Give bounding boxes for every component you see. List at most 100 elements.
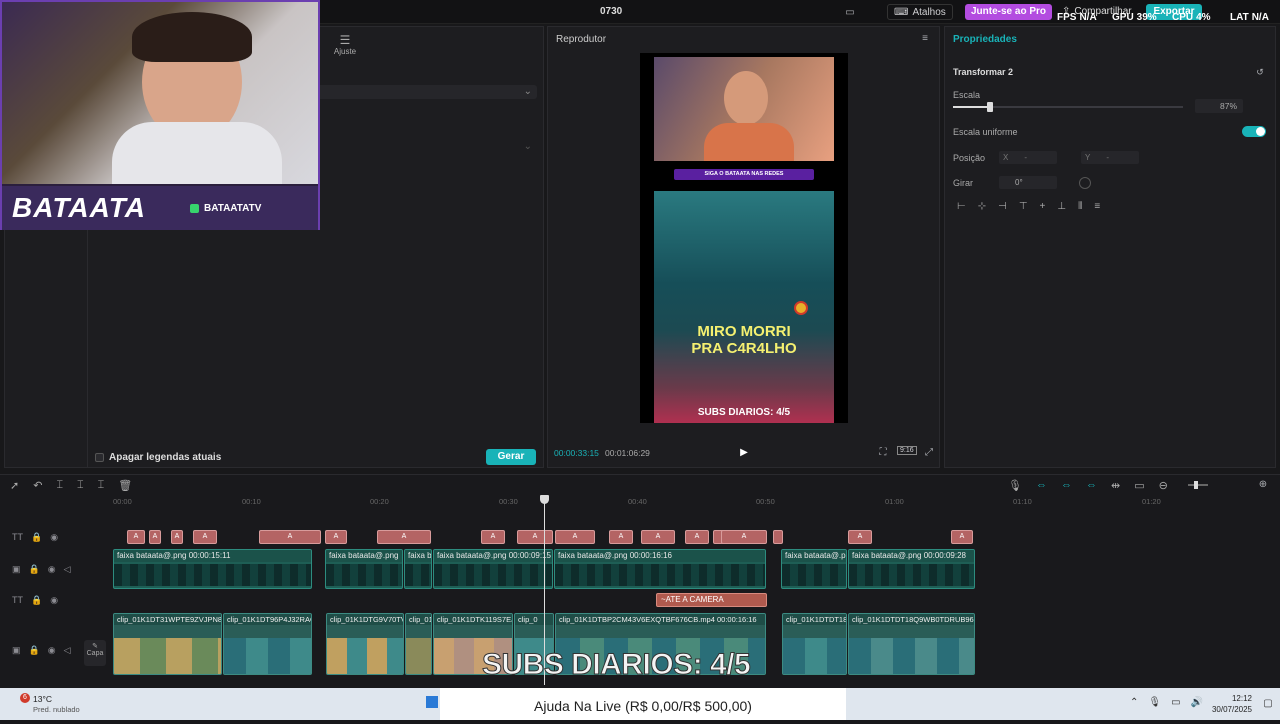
video-clip[interactable]: clip_01K1DTDT18Q9WB0TDRUB96Q [848,613,975,675]
audio-icon[interactable]: ◁ [64,645,71,656]
time-ruler[interactable]: 00:00 00:10 00:20 00:30 00:40 00:50 01:0… [113,495,1280,507]
mic-tray-icon[interactable]: 🎙 [1148,697,1161,708]
subtitle-clip[interactable]: A [848,530,872,544]
distribute-v-icon[interactable]: ≡ [1094,201,1100,212]
windows-icon[interactable] [426,696,438,708]
align-bottom-icon[interactable]: ⊥ [1057,201,1066,212]
lock-icon[interactable]: 🔒 [31,595,42,606]
video-clip[interactable]: clip_01K1DTDT18 [782,613,847,675]
overlay-clip[interactable]: faixa bataata@.p [781,549,847,589]
subtitle-clip[interactable]: A [127,530,145,544]
subtitle-clip[interactable]: A [259,530,321,544]
overlay-clip[interactable]: faixa b [404,549,432,589]
lock-icon[interactable]: 🔒 [29,645,40,656]
distribute-h-icon[interactable]: ⫴ [1078,201,1082,212]
uniform-scale-toggle[interactable] [1242,126,1266,137]
option-dropdown[interactable]: ⌄ [317,141,537,153]
network-icon[interactable]: ▭ [1171,697,1180,708]
volume-icon[interactable]: 🔊 [1191,697,1203,708]
subtitle-clip[interactable]: A [609,530,633,544]
delete-icon[interactable]: 🗑 [118,479,132,492]
subtitle-clip[interactable]: A [951,530,973,544]
subtitle-clip[interactable] [773,530,783,544]
video-clip[interactable]: clip_01 [405,613,432,675]
reset-icon[interactable]: ↺ [1255,67,1265,77]
fit-icon[interactable]: ⛶ [876,445,890,459]
select-tool-icon[interactable]: ➚ [10,479,19,492]
zoom-out-icon[interactable]: ⊖ [1159,479,1168,492]
video-preview[interactable]: SIGA O BATAATA NAS REDES MIRO MORRI PRA … [640,53,848,423]
lock-icon[interactable]: 🔒 [29,564,40,575]
eye-icon[interactable]: ◉ [50,532,58,543]
position-x-input[interactable]: X- [999,151,1057,164]
menu-icon[interactable]: ≡ [919,32,931,44]
subtitle-clip[interactable]: A [325,530,347,544]
weather-temp[interactable]: 13°C [33,694,52,704]
tab-ajuste[interactable]: ☰ Ajuste [325,33,365,56]
video-clip[interactable]: clip_01K1DT31WPTE9ZVJPN8 [113,613,222,675]
magnet-icon[interactable]: ⇔ [1061,479,1072,492]
clear-captions-checkbox[interactable]: Apagar legendas atuais [95,452,221,463]
subtitle-clip[interactable]: A [481,530,505,544]
overlay-clip[interactable]: faixa bataata@.png [325,549,403,589]
subtitle-clip[interactable]: A [721,530,767,544]
subtitle-clip[interactable]: A [517,530,553,544]
play-icon[interactable]: ▶ [737,445,751,459]
subtitle-clip[interactable]: A [685,530,709,544]
align-top-icon[interactable]: ⊤ [1019,201,1028,212]
subtitle-clip[interactable]: A [149,530,161,544]
eye-icon[interactable]: ◉ [48,645,56,656]
trim-left-icon[interactable]: ⌶ [77,479,84,492]
video-clip[interactable]: clip_01K1DTG9V70TV [326,613,404,675]
split-view-icon[interactable]: ⇹ [1111,479,1120,492]
shortcuts-button[interactable]: ⌨ Atalhos [887,4,953,20]
subtitle-clip[interactable]: A [171,530,183,544]
notifications-icon[interactable]: ▢ [1262,697,1274,709]
preview-icon[interactable]: ▭ [1134,479,1144,492]
eye-icon[interactable]: ◉ [48,564,56,575]
webcam-banner: BATAATA BATAATATV [2,186,318,230]
trim-right-icon[interactable]: ⌶ [98,479,105,492]
eye-icon[interactable]: ◉ [50,595,58,606]
text-clip[interactable]: ~ATE A CAMERA [656,593,767,607]
subtitle-clip[interactable]: A [193,530,217,544]
fullscreen-icon[interactable]: ⤢ [922,445,936,459]
chevron-up-icon[interactable]: ⌃ [1130,697,1138,708]
lock-icon[interactable]: 🔒 [31,532,42,543]
subtitle-clip[interactable]: A [641,530,675,544]
position-y-input[interactable]: Y- [1081,151,1139,164]
pro-button[interactable]: Junte-se ao Pro [965,4,1053,20]
scale-slider[interactable] [953,102,1183,112]
generate-button[interactable]: Gerar [486,449,536,465]
language-dropdown[interactable]: ⌄ [317,85,537,99]
rotate-input[interactable]: 0° [999,176,1057,189]
audio-icon[interactable]: ◁ [64,564,71,575]
brand-logo: BATAATA [12,192,146,223]
subtitle-clip[interactable]: A [555,530,595,544]
layout-icon[interactable]: ▭ [843,5,857,19]
align-center-v-icon[interactable]: + [1040,201,1046,212]
align-left-icon[interactable]: ⊢ [957,201,966,212]
zoom-slider[interactable] [1188,481,1208,489]
overlay-clip[interactable]: faixa bataata@.png 00:00:09:15 [433,549,553,589]
cover-button[interactable]: ✎ Capa [84,640,106,666]
rotate-dial[interactable] [1079,177,1091,189]
scale-value-input[interactable]: 87% [1195,99,1243,113]
zoom-in-icon[interactable]: ⊕ [1257,478,1269,490]
overlay-clip[interactable]: faixa bataata@.png 00:00:16:16 [554,549,766,589]
link-icon[interactable]: ⇔ [1036,479,1047,492]
undo-icon[interactable]: ↶ [33,479,42,492]
snap-icon[interactable]: ⇔ [1086,479,1097,492]
scale-slider-fill [953,106,990,108]
scale-slider-thumb[interactable] [986,102,993,112]
align-center-h-icon[interactable]: ⊹ [978,201,986,212]
aspect-ratio-button[interactable]: 9:16 [897,446,917,455]
overlay-clip[interactable]: faixa bataata@.png 00:00:15:11 [113,549,312,589]
split-icon[interactable]: ⌶ [56,479,63,492]
overlay-clip[interactable]: faixa bataata@.png 00:00:09:28 [848,549,975,589]
align-right-icon[interactable]: ⊣ [998,201,1007,212]
subtitle-clip[interactable]: A [377,530,431,544]
clock-time[interactable]: 12:12 [1230,694,1252,703]
video-clip[interactable]: clip_01K1DT96P4J32RAC [223,613,312,675]
mic-icon[interactable]: 🎙 [1008,479,1022,492]
